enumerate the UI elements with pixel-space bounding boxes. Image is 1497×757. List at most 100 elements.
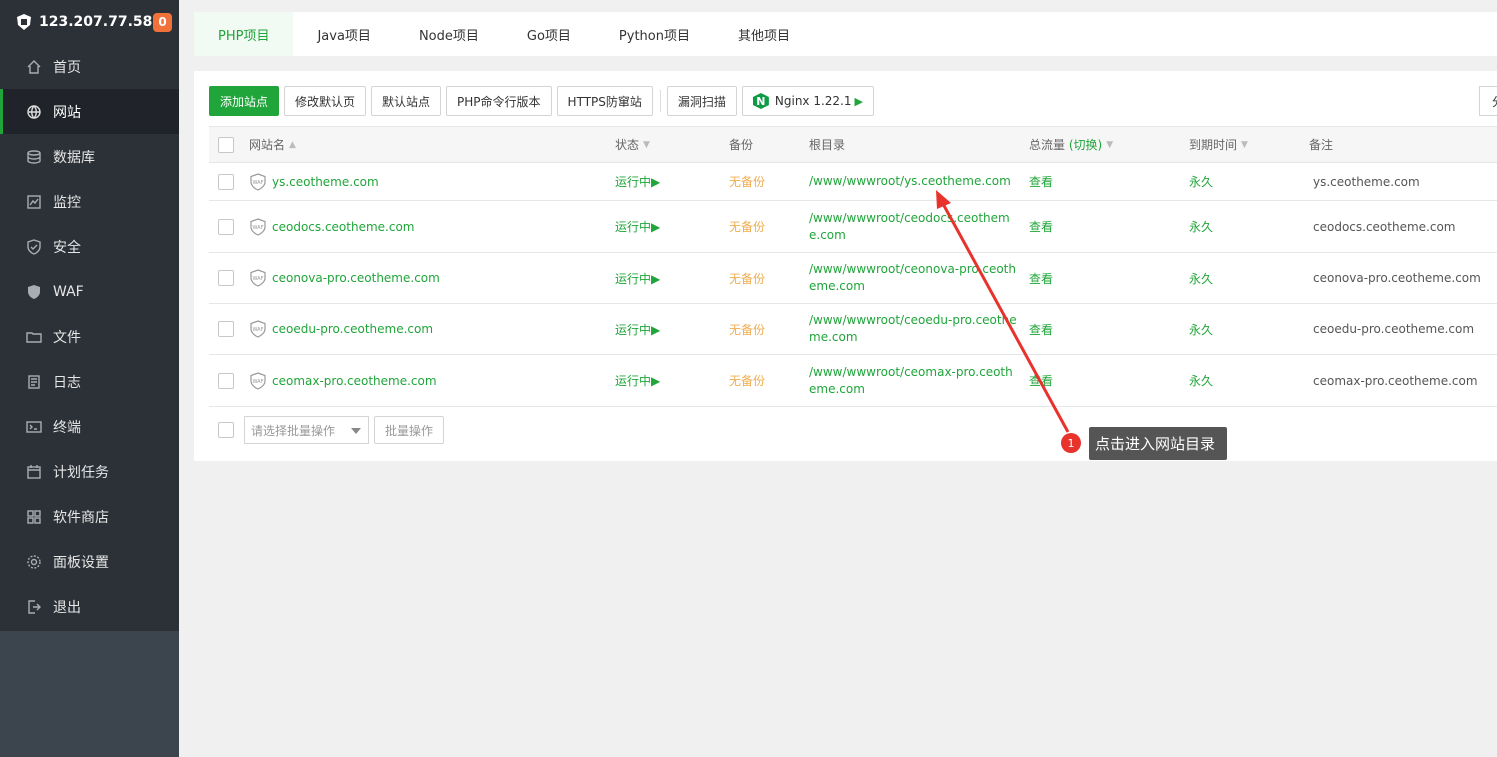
site-expire[interactable]: 永久 [1189,173,1309,190]
site-flow-link[interactable]: 查看 [1029,270,1189,287]
site-note[interactable]: ceonova-pro.ceotheme.com [1309,271,1481,285]
site-backup[interactable]: 无备份 [729,173,809,190]
batch-select-checkbox[interactable] [218,422,234,438]
site-status[interactable]: 运行中▶ [615,173,729,190]
sidebar-item-logout[interactable]: 退出 [0,584,179,629]
sidebar-item-store[interactable]: 软件商店 [0,494,179,539]
site-root-link[interactable]: /www/wwwroot/ceomax-pro.ceotheme.com [809,364,1019,398]
header-flow[interactable]: 总流量 (切换) ▼ [1029,136,1189,153]
site-name-cell: WAF ys.ceotheme.com [243,172,615,191]
sidebar-item-cron[interactable]: 计划任务 [0,449,179,494]
header-expire[interactable]: 到期时间 ▼ [1189,136,1309,153]
site-name-link[interactable]: ceonova-pro.ceotheme.com [272,271,440,285]
header-name[interactable]: 网站名 ▲ [243,136,615,153]
batch-action-button[interactable]: 批量操作 [374,416,445,444]
partial-right-button[interactable]: 分 [1479,86,1497,116]
sidebar-item-security[interactable]: 安全 [0,224,179,269]
row-checkbox-cell [209,270,243,286]
sidebar: 123.207.77.58 0 首页 网站 数据库 监控 安全 WAF 文件 日… [0,0,179,757]
row-checkbox[interactable] [218,173,234,190]
site-note[interactable]: ceodocs.ceotheme.com [1309,220,1455,234]
https-guard-button[interactable]: HTTPS防窜站 [556,86,653,116]
site-flow-link[interactable]: 查看 [1029,218,1189,235]
site-table: 网站名 ▲ 状态 ▼ 备份 根目录 总流量 (切换) ▼ 到期时间 ▼ 备注 WAF y… [209,126,1497,407]
sidebar-item-label: 软件商店 [53,509,109,526]
sidebar-item-settings[interactable]: 面板设置 [0,539,179,584]
site-name-link[interactable]: ceomax-pro.ceotheme.com [272,374,437,388]
site-expire[interactable]: 永久 [1189,372,1309,389]
header-checkbox-cell [209,136,243,153]
site-root-link[interactable]: /www/wwwroot/ceoedu-pro.ceotheme.com [809,312,1019,346]
header-status-label: 状态 [615,138,640,152]
add-site-button[interactable]: 添加站点 [209,86,280,116]
site-root-link[interactable]: /www/wwwroot/ys.ceotheme.com [809,173,1019,190]
tab-node[interactable]: Node项目 [395,12,503,56]
row-checkbox-cell [209,173,243,190]
site-flow-link[interactable]: 查看 [1029,372,1189,389]
site-root-link[interactable]: /www/wwwroot/ceodocs.ceotheme.com [809,210,1019,244]
site-expire[interactable]: 永久 [1189,218,1309,235]
row-checkbox[interactable] [218,321,234,337]
row-checkbox[interactable] [218,218,234,235]
notification-badge[interactable]: 0 [153,12,172,32]
site-note-cell: ceonova-pro.ceotheme.com [1309,271,1497,285]
sidebar-item-files[interactable]: 文件 [0,314,179,359]
row-checkbox[interactable] [218,270,234,286]
logout-icon [25,598,43,616]
header-expire-label: 到期时间 [1189,138,1238,152]
site-root-link[interactable]: /www/wwwroot/ceonova-pro.ceotheme.com [809,261,1019,295]
tab-other[interactable]: 其他项目 [714,12,814,56]
header-name-label: 网站名 [249,138,286,152]
site-status[interactable]: 运行中▶ [615,321,729,338]
flow-switch-link[interactable]: (切换) [1069,136,1102,153]
header-backup: 备份 [729,138,754,152]
tab-go[interactable]: Go项目 [503,12,595,56]
batch-bar: 请选择批量操作 批量操作 [218,416,449,444]
site-name-cell: WAF ceoedu-pro.ceotheme.com [243,320,615,338]
site-name-link[interactable]: ys.ceotheme.com [272,175,379,189]
server-ip: 123.207.77.58 [39,14,153,30]
site-note[interactable]: ceoedu-pro.ceotheme.com [1309,322,1474,336]
sidebar-item-home[interactable]: 首页 [0,44,179,89]
edit-default-page-button[interactable]: 修改默认页 [284,86,367,116]
site-status[interactable]: 运行中▶ [615,218,729,235]
site-backup[interactable]: 无备份 [729,321,809,338]
site-name-link[interactable]: ceodocs.ceotheme.com [272,220,414,234]
vuln-scan-button[interactable]: 漏洞扫描 [666,86,737,116]
sidebar-item-monitor[interactable]: 监控 [0,179,179,224]
sidebar-item-database[interactable]: 数据库 [0,134,179,179]
site-note-cell: ceoedu-pro.ceotheme.com [1309,322,1497,336]
sidebar-item-website[interactable]: 网站 [0,89,179,134]
site-expire[interactable]: 永久 [1189,270,1309,287]
select-all-checkbox[interactable] [218,136,234,153]
site-root-cell: /www/wwwroot/ceoedu-pro.ceotheme.com [809,312,1029,346]
tab-php[interactable]: PHP项目 [194,12,294,56]
site-flow-link[interactable]: 查看 [1029,173,1189,190]
table-row: WAF ceoedu-pro.ceotheme.com 运行中▶ 无备份 /ww… [209,304,1497,355]
sidebar-item-waf[interactable]: WAF [0,269,179,314]
site-expire[interactable]: 永久 [1189,321,1309,338]
svg-text:WAF: WAF [253,225,264,231]
tab-java[interactable]: Java项目 [293,12,394,56]
nginx-button[interactable]: N Nginx 1.22.1 ▶ [741,86,874,116]
batch-action-select[interactable]: 请选择批量操作 [244,416,369,444]
site-name-link[interactable]: ceoedu-pro.ceotheme.com [272,322,433,336]
site-status[interactable]: 运行中▶ [615,372,729,389]
site-status[interactable]: 运行中▶ [615,270,729,287]
site-note[interactable]: ceomax-pro.ceotheme.com [1309,374,1478,388]
sidebar-item-logs[interactable]: 日志 [0,359,179,404]
default-site-button[interactable]: 默认站点 [371,86,442,116]
site-flow-link[interactable]: 查看 [1029,321,1189,338]
site-backup[interactable]: 无备份 [729,372,809,389]
row-checkbox[interactable] [218,372,234,389]
header-status[interactable]: 状态 ▼ [615,136,729,153]
sidebar-item-terminal[interactable]: 终端 [0,404,179,449]
site-backup[interactable]: 无备份 [729,218,809,235]
site-note[interactable]: ys.ceotheme.com [1309,175,1420,189]
svg-text:WAF: WAF [253,276,264,282]
toolbar: 添加站点 修改默认页 默认站点 PHP命令行版本 HTTPS防窜站 漏洞扫描 N… [209,86,879,116]
tab-python[interactable]: Python项目 [595,12,714,56]
site-backup[interactable]: 无备份 [729,270,809,287]
sidebar-item-label: 计划任务 [53,464,109,481]
php-cli-version-button[interactable]: PHP命令行版本 [446,86,552,116]
